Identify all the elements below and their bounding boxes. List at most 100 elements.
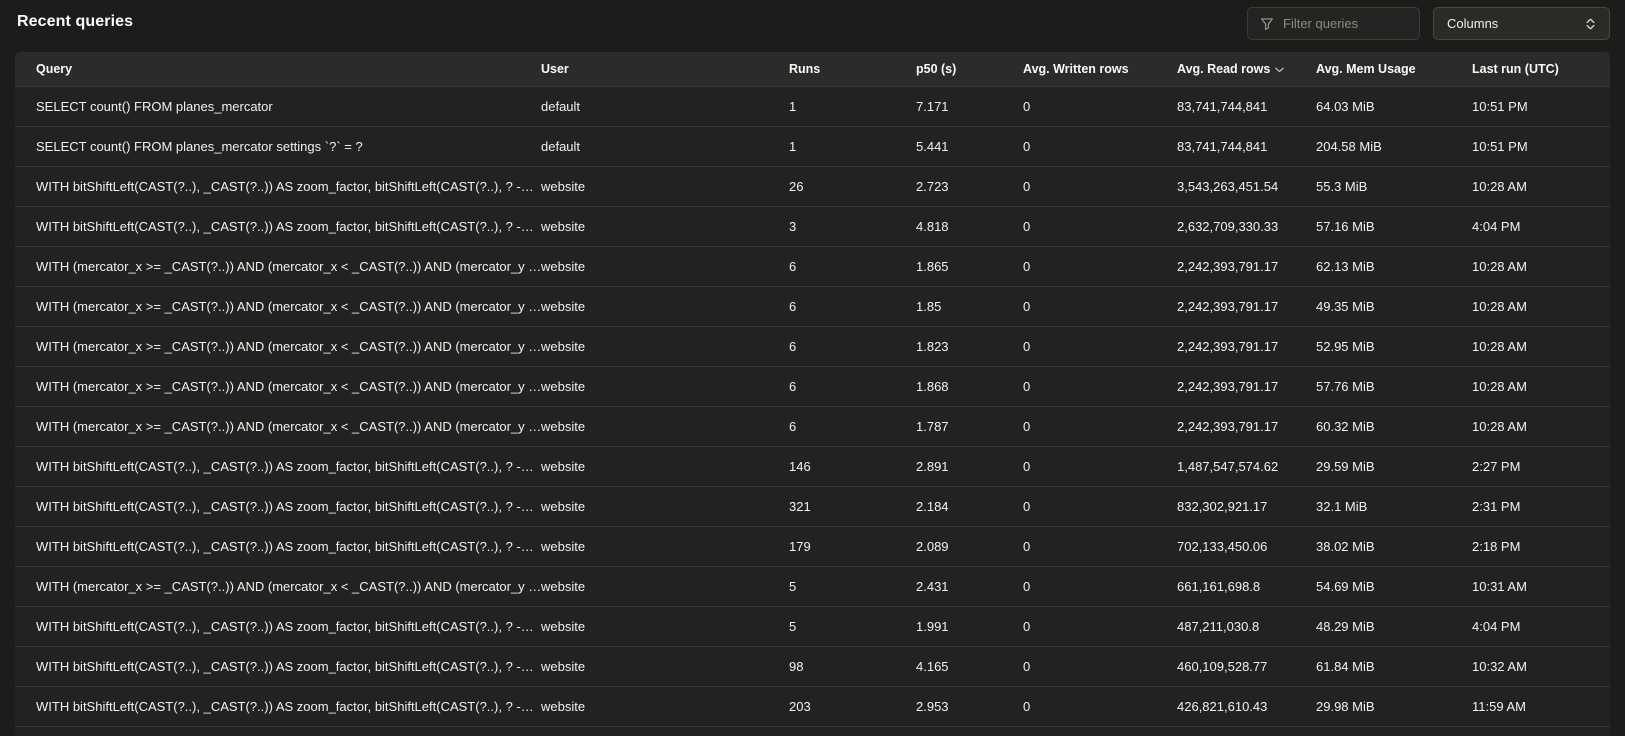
cell-last-run: 10:32 AM: [1472, 659, 1610, 674]
cell-avg-mem-usage: 64.03 MiB: [1316, 99, 1472, 114]
cell-p50: 4.165: [916, 659, 1023, 674]
column-header[interactable]: Avg. Mem Usage: [1316, 62, 1472, 76]
cell-avg-mem-usage: 49.35 MiB: [1316, 299, 1472, 314]
cell-avg-written-rows: 0: [1023, 139, 1177, 154]
table-row[interactable]: WITH bitShiftLeft(CAST(?..), _CAST(?..))…: [15, 166, 1610, 206]
column-header[interactable]: p50 (s): [916, 62, 1023, 76]
columns-dropdown[interactable]: Columns: [1433, 7, 1610, 40]
cell-avg-read-rows: 426,821,610.43: [1177, 699, 1316, 714]
cell-avg-mem-usage: 32.1 MiB: [1316, 499, 1472, 514]
table-row-partial[interactable]: [15, 726, 1610, 736]
cell-user: website: [541, 499, 789, 514]
table-row[interactable]: WITH bitShiftLeft(CAST(?..), _CAST(?..))…: [15, 526, 1610, 566]
cell-last-run: 4:04 PM: [1472, 619, 1610, 634]
cell-query: WITH bitShiftLeft(CAST(?..), _CAST(?..))…: [15, 219, 541, 234]
table-row[interactable]: WITH bitShiftLeft(CAST(?..), _CAST(?..))…: [15, 686, 1610, 726]
cell-user: website: [541, 579, 789, 594]
column-header-label: Runs: [789, 62, 820, 76]
cell-avg-written-rows: 0: [1023, 379, 1177, 394]
cell-avg-written-rows: 0: [1023, 459, 1177, 474]
cell-avg-written-rows: 0: [1023, 659, 1177, 674]
cell-avg-read-rows: 832,302,921.17: [1177, 499, 1316, 514]
column-header[interactable]: Avg. Read rows: [1177, 62, 1316, 76]
cell-last-run: 11:59 AM: [1472, 699, 1610, 714]
table-row[interactable]: WITH (mercator_x >= _CAST(?..)) AND (mer…: [15, 286, 1610, 326]
table-row[interactable]: WITH (mercator_x >= _CAST(?..)) AND (mer…: [15, 366, 1610, 406]
table-row[interactable]: SELECT count() FROM planes_mercator sett…: [15, 126, 1610, 166]
cell-avg-read-rows: 2,242,393,791.17: [1177, 339, 1316, 354]
cell-last-run: 2:18 PM: [1472, 539, 1610, 554]
cell-avg-read-rows: 487,211,030.8: [1177, 619, 1316, 634]
cell-avg-written-rows: 0: [1023, 179, 1177, 194]
sort-chevron-down-icon: [1275, 67, 1284, 73]
cell-query: WITH bitShiftLeft(CAST(?..), _CAST(?..))…: [15, 699, 541, 714]
cell-runs: 1: [789, 139, 916, 154]
column-header-label: Avg. Read rows: [1177, 62, 1270, 76]
filter-queries-box[interactable]: [1247, 7, 1420, 40]
cell-runs: 203: [789, 699, 916, 714]
cell-user: website: [541, 619, 789, 634]
cell-p50: 1.85: [916, 299, 1023, 314]
column-header[interactable]: Last run (UTC): [1472, 62, 1610, 76]
cell-runs: 321: [789, 499, 916, 514]
table-row[interactable]: WITH (mercator_x >= _CAST(?..)) AND (mer…: [15, 326, 1610, 366]
cell-avg-written-rows: 0: [1023, 419, 1177, 434]
table-row[interactable]: SELECT count() FROM planes_mercator defa…: [15, 86, 1610, 126]
column-header[interactable]: User: [541, 62, 789, 76]
cell-p50: 5.441: [916, 139, 1023, 154]
cell-user: website: [541, 539, 789, 554]
table-row[interactable]: WITH bitShiftLeft(CAST(?..), _CAST(?..))…: [15, 646, 1610, 686]
cell-last-run: 10:28 AM: [1472, 339, 1610, 354]
table-row[interactable]: WITH bitShiftLeft(CAST(?..), _CAST(?..))…: [15, 606, 1610, 646]
cell-runs: 6: [789, 299, 916, 314]
cell-runs: 3: [789, 219, 916, 234]
cell-user: website: [541, 259, 789, 274]
cell-avg-mem-usage: 55.3 MiB: [1316, 179, 1472, 194]
column-header[interactable]: Runs: [789, 62, 916, 76]
cell-avg-read-rows: 2,242,393,791.17: [1177, 259, 1316, 274]
chevron-up-down-icon: [1585, 17, 1596, 31]
cell-query: WITH bitShiftLeft(CAST(?..), _CAST(?..))…: [15, 539, 541, 554]
cell-avg-read-rows: 3,543,263,451.54: [1177, 179, 1316, 194]
cell-avg-written-rows: 0: [1023, 499, 1177, 514]
cell-user: website: [541, 699, 789, 714]
cell-avg-mem-usage: 38.02 MiB: [1316, 539, 1472, 554]
column-header[interactable]: Query: [15, 62, 541, 76]
table-row[interactable]: WITH (mercator_x >= _CAST(?..)) AND (mer…: [15, 406, 1610, 446]
table-row[interactable]: WITH (mercator_x >= _CAST(?..)) AND (mer…: [15, 566, 1610, 606]
cell-p50: 2.184: [916, 499, 1023, 514]
cell-p50: 2.891: [916, 459, 1023, 474]
cell-avg-written-rows: 0: [1023, 259, 1177, 274]
cell-runs: 6: [789, 379, 916, 394]
cell-p50: 1.865: [916, 259, 1023, 274]
table-row[interactable]: WITH bitShiftLeft(CAST(?..), _CAST(?..))…: [15, 486, 1610, 526]
columns-dropdown-label: Columns: [1447, 16, 1498, 31]
cell-query: WITH bitShiftLeft(CAST(?..), _CAST(?..))…: [15, 499, 541, 514]
table-row[interactable]: WITH bitShiftLeft(CAST(?..), _CAST(?..))…: [15, 206, 1610, 246]
cell-avg-read-rows: 661,161,698.8: [1177, 579, 1316, 594]
cell-avg-read-rows: 83,741,744,841: [1177, 99, 1316, 114]
cell-user: default: [541, 99, 789, 114]
cell-runs: 98: [789, 659, 916, 674]
topbar-controls: Columns: [1247, 7, 1610, 40]
cell-p50: 4.818: [916, 219, 1023, 234]
column-header-label: Avg. Written rows: [1023, 62, 1129, 76]
cell-p50: 2.723: [916, 179, 1023, 194]
cell-user: website: [541, 219, 789, 234]
table-row[interactable]: WITH bitShiftLeft(CAST(?..), _CAST(?..))…: [15, 446, 1610, 486]
column-header-label: p50 (s): [916, 62, 956, 76]
cell-avg-mem-usage: 62.13 MiB: [1316, 259, 1472, 274]
cell-query: WITH (mercator_x >= _CAST(?..)) AND (mer…: [15, 299, 541, 314]
column-header[interactable]: Avg. Written rows: [1023, 62, 1177, 76]
page-title: Recent queries: [17, 13, 133, 31]
cell-last-run: 10:51 PM: [1472, 99, 1610, 114]
topbar: Recent queries Columns: [0, 0, 1625, 50]
cell-avg-mem-usage: 29.98 MiB: [1316, 699, 1472, 714]
column-header-label: Avg. Mem Usage: [1316, 62, 1416, 76]
column-header-label: User: [541, 62, 569, 76]
cell-p50: 7.171: [916, 99, 1023, 114]
cell-query: WITH (mercator_x >= _CAST(?..)) AND (mer…: [15, 579, 541, 594]
cell-last-run: 10:28 AM: [1472, 379, 1610, 394]
filter-queries-input[interactable]: [1283, 16, 1407, 31]
table-row[interactable]: WITH (mercator_x >= _CAST(?..)) AND (mer…: [15, 246, 1610, 286]
